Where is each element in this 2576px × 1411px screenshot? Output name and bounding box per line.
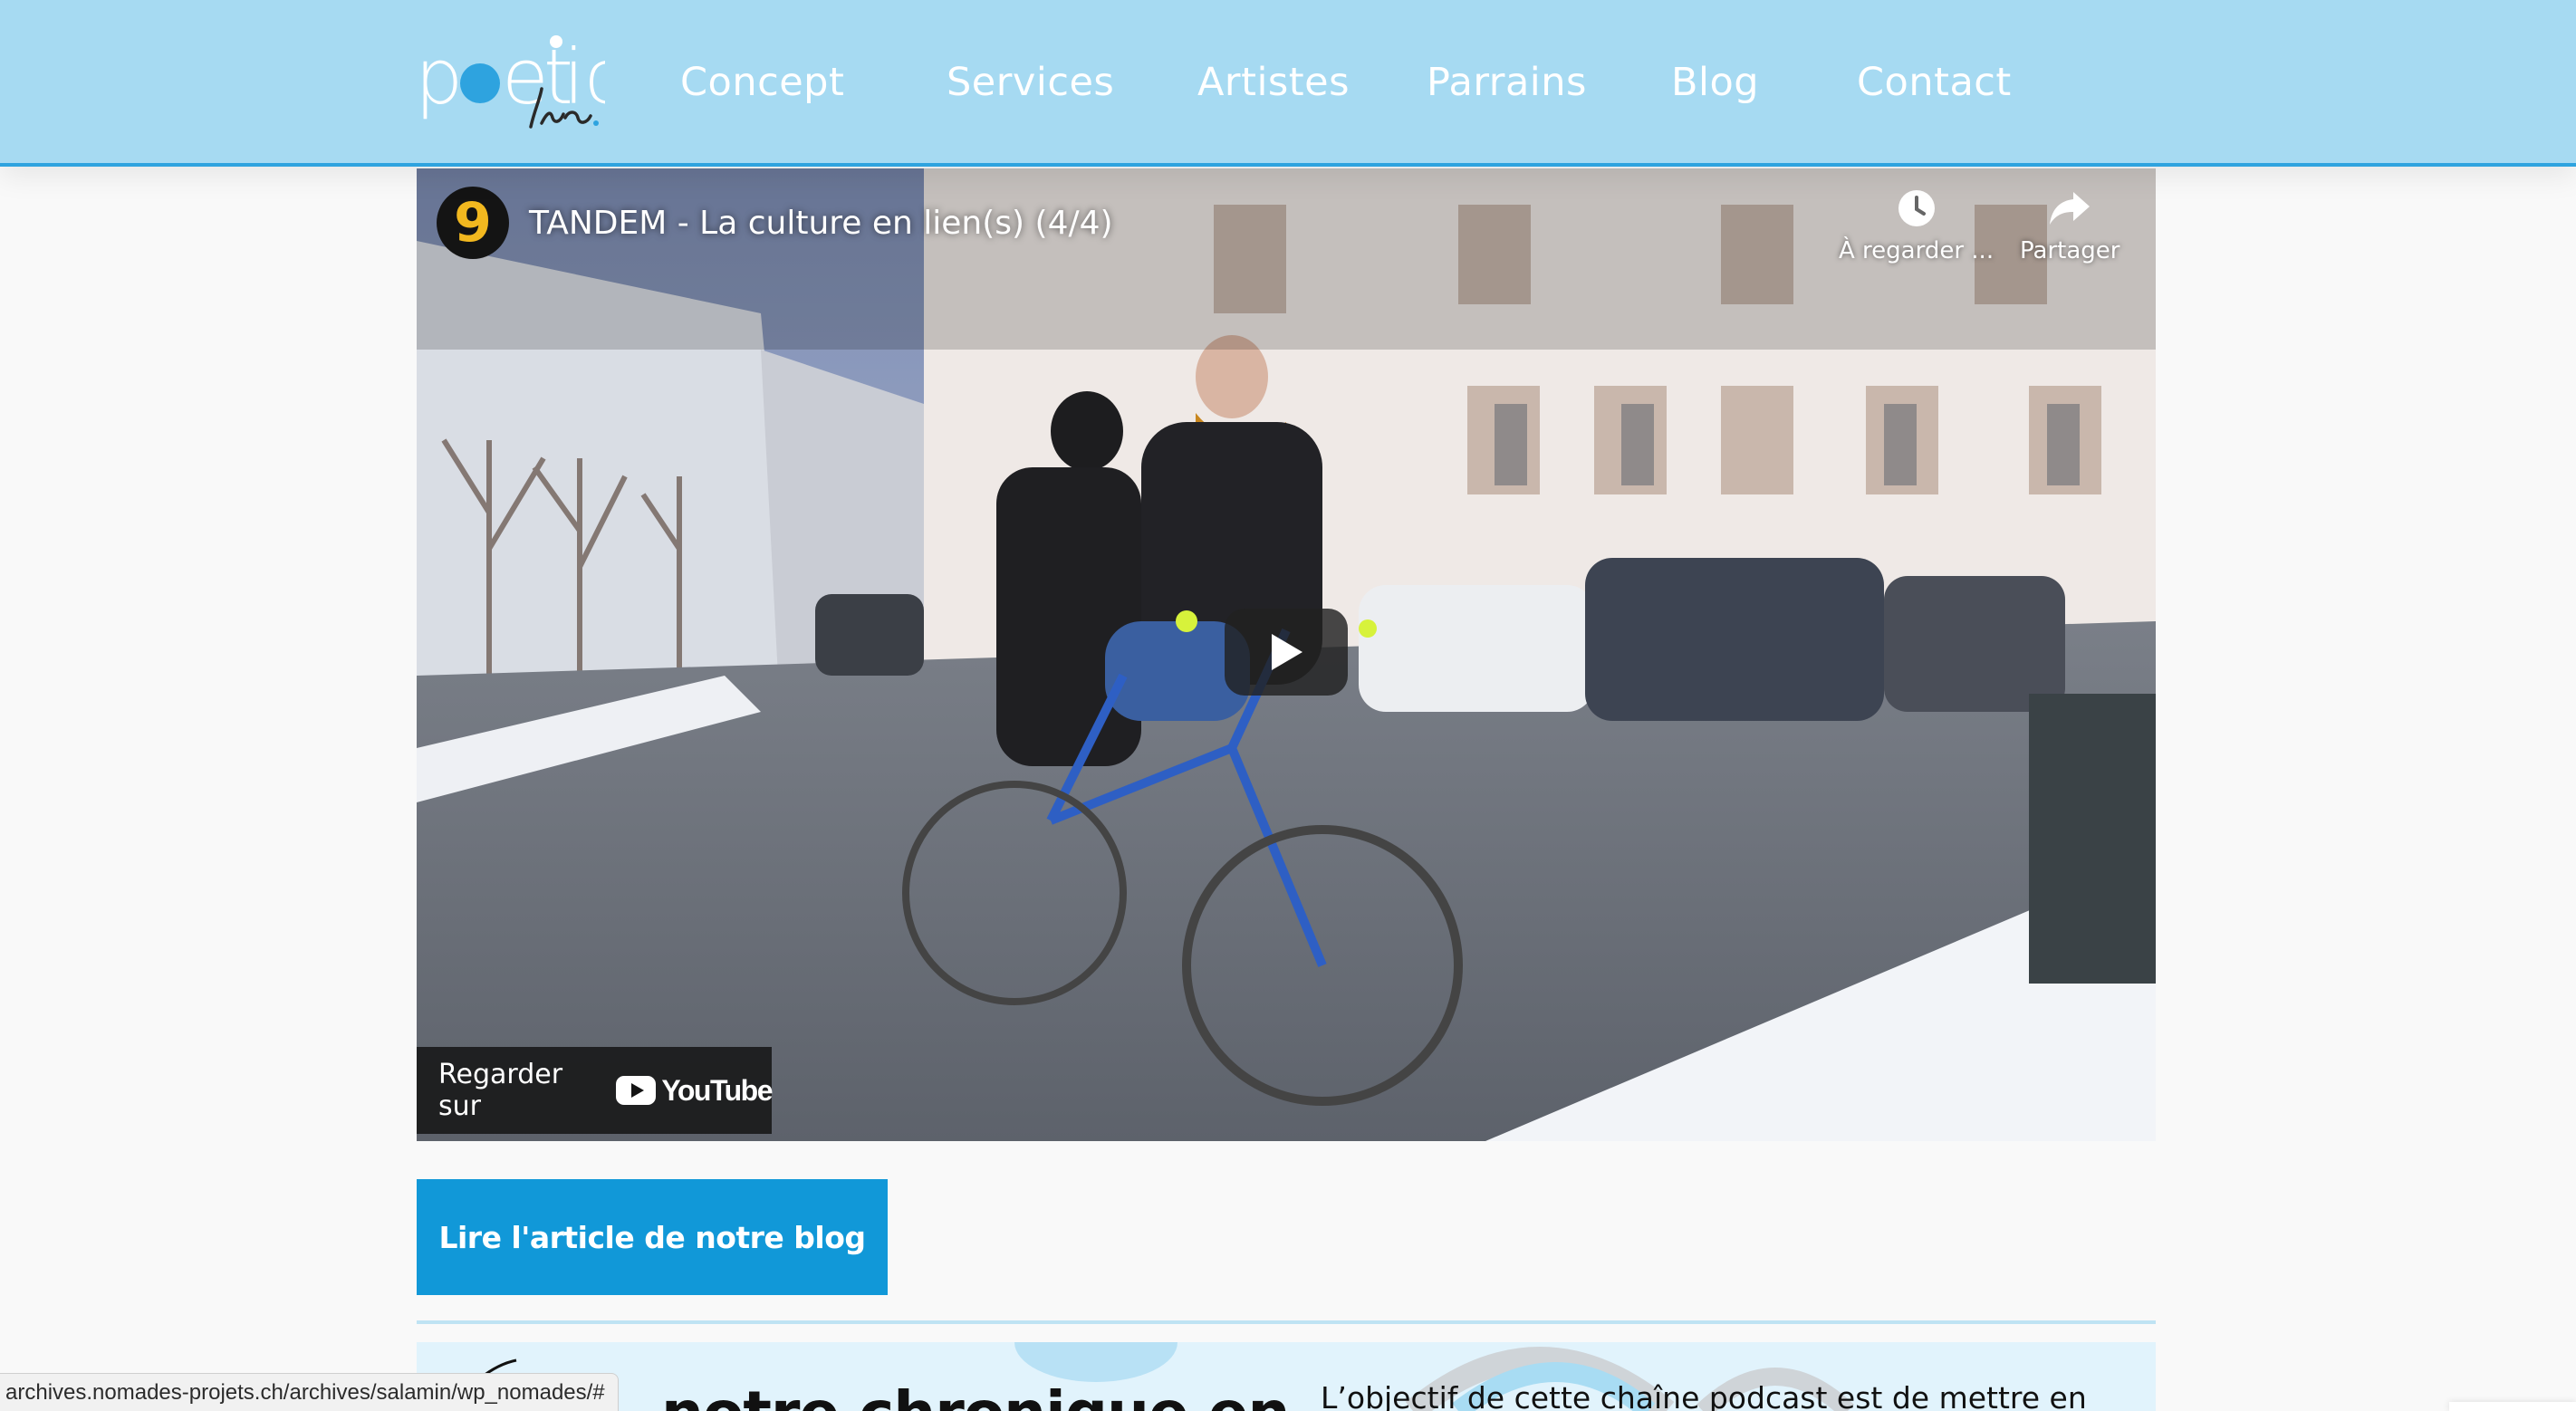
chronicle-heading: notre chronique en [661,1378,1290,1411]
chronicle-section: notre chronique en L’objectif de cette c… [417,1342,2156,1411]
youtube-logo: YouTube [616,1073,773,1108]
svg-text:e: e [502,33,549,121]
youtube-wordmark: YouTube [661,1073,773,1107]
svg-text:p: p [415,33,463,121]
video-title[interactable]: TANDEM - La culture en lien(s) (4/4) [529,205,1113,242]
logo-graphic: p e t ic [415,33,605,129]
share-label: Partager [2020,237,2120,264]
svg-text:ic: ic [563,33,605,121]
status-bar-url: archives.nomades-projets.ch/archives/sal… [0,1373,619,1411]
nav-item-blog[interactable]: Blog [1671,60,1759,105]
nav-item-concept[interactable]: Concept [680,60,844,105]
chronicle-intro-text: L’objectif de cette chaîne podcast est d… [1321,1380,2087,1411]
watch-later-button[interactable]: À regarder ... [1839,188,1994,264]
watch-on-label: Regarder sur [438,1059,563,1122]
watch-on-youtube-button[interactable]: Regarder sur YouTube [417,1047,773,1134]
nav-item-services[interactable]: Services [947,60,1114,105]
nav-item-parrains[interactable]: Parrains [1427,60,1587,105]
section-divider [417,1320,2156,1324]
clock-icon [1898,190,1935,226]
channel-avatar[interactable]: 9 [437,187,509,259]
site-logo[interactable]: p e t ic [415,33,605,130]
youtube-play-icon [616,1076,657,1105]
play-icon [1272,634,1302,670]
share-icon [2050,192,2091,225]
watch-later-label: À regarder ... [1839,237,1994,264]
nav-item-artistes[interactable]: Artistes [1197,60,1350,105]
corner-widget [2449,1402,2576,1411]
video-title-row: 9 TANDEM - La culture en lien(s) (4/4) [437,185,1113,261]
site-header: p e t ic Concept Services Artistes Parra… [0,0,2576,167]
play-button[interactable] [1225,609,1348,696]
read-blog-article-button[interactable]: Lire l'article de notre blog [417,1179,888,1295]
nav-item-contact[interactable]: Contact [1857,60,2012,105]
youtube-video-embed[interactable]: 9 TANDEM - La culture en lien(s) (4/4) À… [417,168,2156,1141]
share-button[interactable]: Partager [2020,188,2119,264]
